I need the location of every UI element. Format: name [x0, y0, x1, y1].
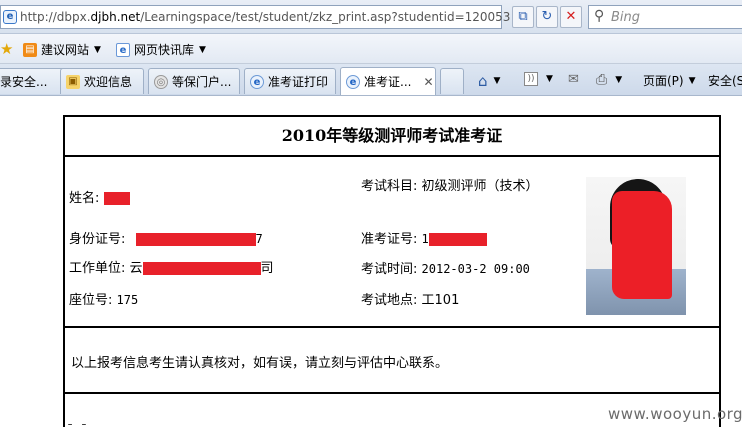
chevron-down-icon[interactable]: ▼ [494, 76, 501, 86]
favorites-item-label: 建议网站 [41, 43, 90, 57]
ticket-notice: 以上报考信息考生请认真核对，如有误，请立刻与评估中心联系。 [65, 328, 719, 394]
chevron-down-icon: ▼ [94, 44, 101, 55]
close-icon[interactable]: ✕ [423, 75, 433, 89]
seat-number-label: 座位号: [69, 293, 113, 308]
tab-bar: 录安全... ▣ 欢迎信息 ◎ 等保门户... e 准考证打印 e 准考证...… [0, 64, 742, 96]
ticket-title: 2010年等级测评师考试准考证 [65, 117, 719, 157]
ticket-lower-text: ﾃ ﾃ [67, 420, 89, 427]
seat-number-value: 175 [116, 293, 139, 307]
work-unit-field: 工作单位: 云 司 [69, 257, 274, 276]
ie-icon: e [346, 74, 360, 89]
favorites-item-web-slice-gallery[interactable]: e 网页快讯库 ▼ [116, 41, 206, 58]
tab-label: 等保门户... [172, 75, 232, 89]
compatibility-view-icon[interactable]: ⧉ [512, 6, 534, 28]
id-number-label: 身份证号: [69, 232, 126, 247]
favorites-item-label: 网页快讯库 [134, 43, 195, 57]
ticket-info: 姓名: 身份证号: 7 工作单位: 云 司 座位号: 175 考试科目: 初级测评… [65, 157, 719, 328]
ie-icon: e [250, 74, 264, 89]
tab-label: 录安全... [0, 75, 48, 89]
search-icon[interactable]: ⚲ [594, 8, 604, 24]
exam-number-label: 准考证号: [361, 232, 418, 247]
tab-welcome[interactable]: ▣ 欢迎信息 [60, 68, 144, 94]
admission-ticket: 2010年等级测评师考试准考证 姓名: 身份证号: 7 工作单位: 云 司 座位号… [63, 115, 721, 427]
chevron-down-icon: ▼ [199, 44, 206, 55]
favorites-bar: ★ ▤ 建议网站 ▼ e 网页快讯库 ▼ [0, 34, 742, 64]
name-redaction [103, 192, 130, 205]
exam-subject-value: 初级测评师（技术） [421, 179, 539, 194]
address-bar[interactable]: e http://dbpx.djbh.net/Learningspace/tes… [0, 5, 510, 29]
watermark: www.wooyun.org [608, 405, 742, 423]
candidate-photo [586, 177, 686, 315]
print-button[interactable]: ⎙ ▼ [596, 72, 622, 88]
home-icon[interactable]: ⌂ ▼ [478, 72, 500, 90]
ie-page-icon: e [3, 10, 17, 24]
exam-place-label: 考试地点: [361, 293, 418, 308]
exam-time-value: 2012-03-2 09:00 [421, 262, 530, 276]
exam-subject-label: 考试科目: [361, 179, 418, 194]
page-menu-label: 页面(P) [643, 74, 684, 88]
refresh-icon[interactable]: ↻ [536, 6, 558, 28]
safety-menu-label: 安全(S [708, 74, 742, 88]
stop-icon[interactable]: ✕ [560, 6, 582, 28]
printer-icon: ⎙ [596, 72, 608, 88]
address-url[interactable]: http://dbpx.djbh.net/Learningspace/test/… [20, 10, 510, 24]
id-number-redaction [135, 233, 256, 246]
tab-portal[interactable]: ◎ 等保门户... [148, 68, 240, 94]
favorites-star-icon[interactable]: ★ [0, 40, 13, 58]
search-input[interactable]: ⚲ Bing [588, 5, 742, 29]
rss-icon: )) [524, 72, 538, 86]
exam-number-field: 准考证号: 1 [361, 228, 487, 247]
seat-number-field: 座位号: 175 [69, 289, 138, 308]
work-unit-tail: 司 [260, 261, 274, 276]
suggested-sites-icon: ▤ [23, 42, 37, 57]
shield-icon: ◎ [154, 74, 168, 89]
name-field: 姓名: [69, 187, 130, 206]
address-bar-row: e http://dbpx.djbh.net/Learningspace/tes… [0, 0, 742, 34]
exam-number-redaction [428, 233, 487, 246]
work-unit-head: 云 [129, 261, 143, 276]
tab-ticket-print[interactable]: e 准考证打印 [244, 68, 336, 94]
lock-icon: ▣ [66, 74, 80, 89]
page-menu[interactable]: 页面(P) ▼ [643, 72, 696, 89]
chevron-down-icon: ▼ [615, 75, 623, 85]
safety-menu[interactable]: 安全(S [708, 72, 742, 89]
work-unit-redaction [142, 262, 261, 275]
id-number-field: 身份证号: 7 [69, 228, 263, 247]
chevron-down-icon: ▼ [546, 74, 553, 84]
search-placeholder: Bing [611, 10, 641, 25]
web-slice-gallery-icon: e [116, 42, 130, 57]
tab-1[interactable]: 录安全... [0, 68, 66, 94]
photo-redaction [612, 191, 672, 299]
mail-icon[interactable]: ✉ [568, 72, 579, 87]
chevron-down-icon: ▼ [688, 75, 696, 86]
favorites-item-suggested-sites[interactable]: ▤ 建议网站 ▼ [23, 41, 101, 58]
work-unit-label: 工作单位: [69, 261, 126, 276]
name-label: 姓名: [69, 191, 100, 206]
exam-place-value: 工101 [421, 293, 460, 308]
exam-subject-field: 考试科目: 初级测评师（技术） [361, 179, 561, 195]
new-tab-button[interactable] [440, 68, 464, 94]
exam-time-label: 考试时间: [361, 262, 418, 277]
exam-number-head: 1 [421, 232, 429, 246]
tab-label: 准考证... [364, 75, 412, 89]
tab-label: 欢迎信息 [84, 75, 133, 89]
tab-label: 准考证打印 [268, 75, 329, 89]
tab-ticket-active[interactable]: e 准考证... ✕ [340, 67, 436, 95]
feeds-button[interactable]: )) ▼ [524, 72, 553, 86]
exam-place-field: 考试地点: 工101 [361, 289, 459, 308]
exam-time-field: 考试时间: 2012-03-2 09:00 [361, 258, 530, 277]
id-number-tail: 7 [255, 232, 263, 246]
